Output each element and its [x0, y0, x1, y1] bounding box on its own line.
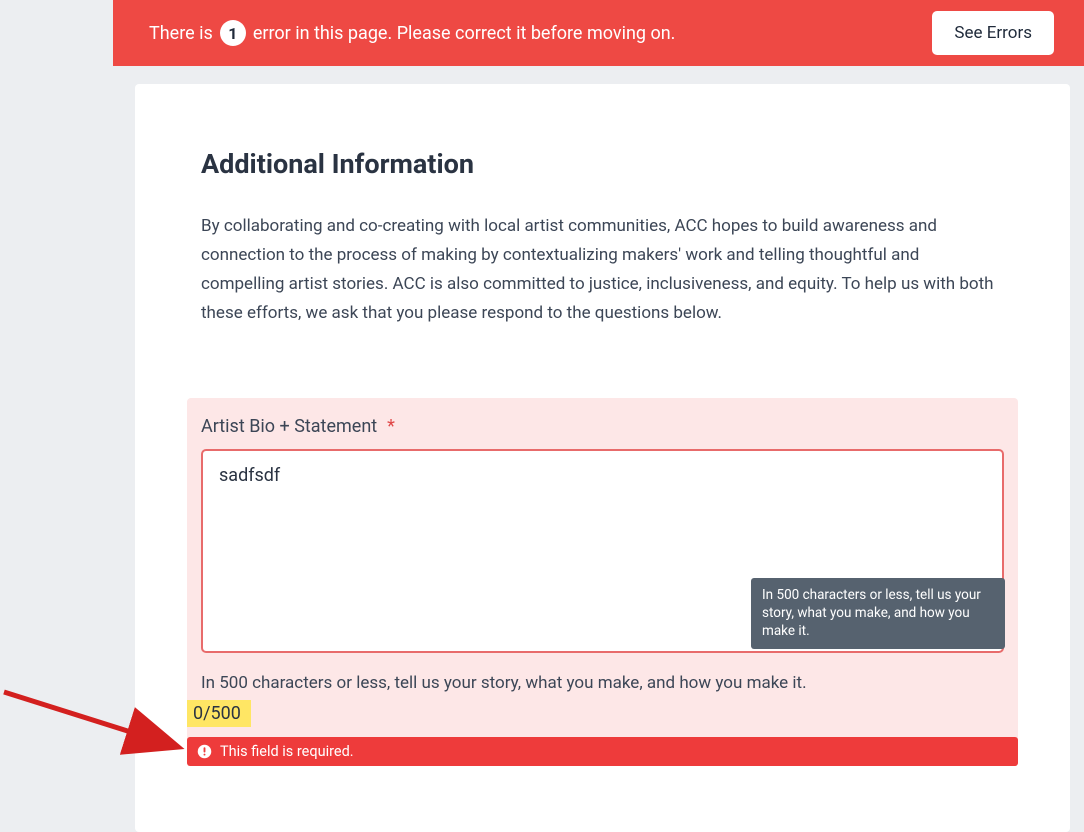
error-banner-suffix: error in this page. Please correct it be…: [253, 23, 676, 44]
helper-tooltip: In 500 characters or less, tell us your …: [751, 578, 1005, 649]
error-count-badge: 1: [220, 20, 246, 46]
content-card: Additional Information By collaborating …: [135, 84, 1070, 832]
page-wrapper: There is 1 error in this page. Please co…: [113, 0, 1084, 832]
section-title: Additional Information: [201, 148, 1004, 180]
artist-bio-label-text: Artist Bio + Statement: [201, 416, 377, 437]
textarea-wrapper: In 500 characters or less, tell us your …: [201, 449, 1004, 657]
character-counter: 0/500: [187, 700, 251, 727]
artist-bio-field-block: Artist Bio + Statement * In 500 characte…: [187, 398, 1018, 767]
field-error-text: This field is required.: [220, 743, 354, 760]
artist-bio-helper-text: In 500 characters or less, tell us your …: [201, 671, 1004, 697]
error-circle-icon: [197, 744, 212, 759]
see-errors-button[interactable]: See Errors: [932, 11, 1054, 55]
field-error-bar: This field is required.: [187, 737, 1018, 766]
error-banner: There is 1 error in this page. Please co…: [113, 0, 1084, 66]
artist-bio-label: Artist Bio + Statement *: [201, 416, 1004, 437]
section-description: By collaborating and co-creating with lo…: [201, 212, 1004, 328]
required-asterisk-icon: *: [387, 416, 395, 437]
error-banner-text: There is 1 error in this page. Please co…: [149, 20, 675, 46]
error-banner-prefix: There is: [149, 23, 213, 44]
